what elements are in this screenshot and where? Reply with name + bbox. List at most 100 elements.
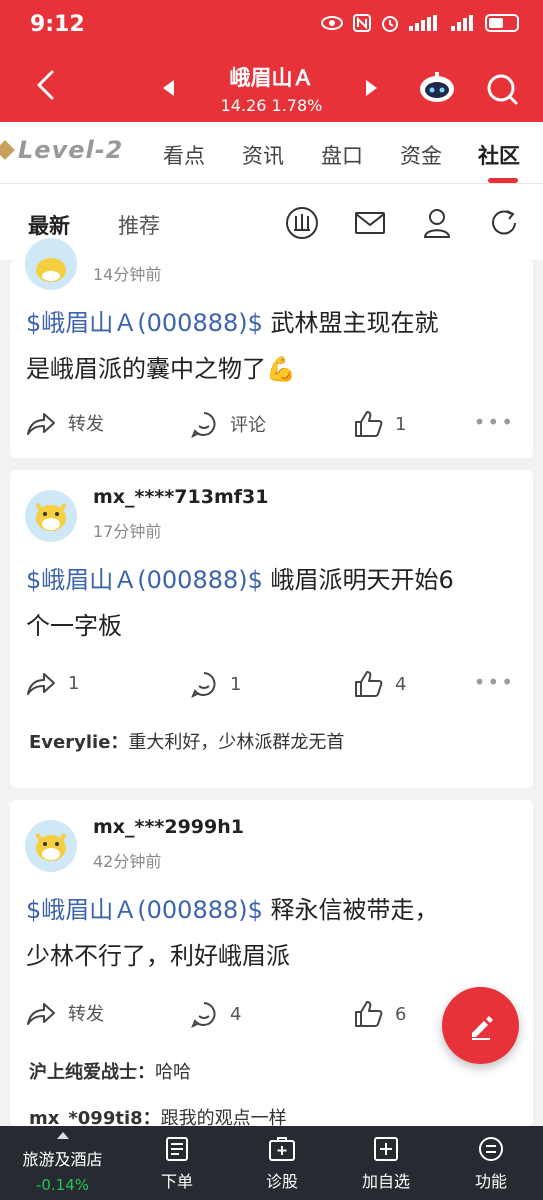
subtab-recommended[interactable]: 推荐 xyxy=(118,210,160,240)
post-content[interactable]: $峨眉山Ａ(000888)$ 武林盟主现在就 是峨眉派的囊中之物了💪 xyxy=(26,300,521,392)
refresh-icon[interactable] xyxy=(487,206,521,240)
community-subtabs: 最新 推荐 xyxy=(0,184,543,260)
app-header: 9:12 峨眉山Ａ 14.26 1.78% xyxy=(0,0,543,122)
cow-avatar-icon xyxy=(35,502,67,531)
stock-tag-link[interactable]: $峨眉山Ａ(000888)$ xyxy=(26,566,263,594)
subtab-latest[interactable]: 最新 xyxy=(28,210,70,240)
post-content[interactable]: $峨眉山Ａ(000888)$ 释永信被带走， 少林不行了，利好峨眉派 xyxy=(26,887,521,979)
sector-index-name[interactable]: 旅游及酒店 xyxy=(0,1146,125,1170)
compose-post-button[interactable] xyxy=(442,987,519,1064)
diagnose-stock-button[interactable]: 诊股 xyxy=(247,1136,317,1192)
robot-assistant-icon[interactable] xyxy=(418,70,456,104)
detail-tabs: Level-2 看点 资讯 盘口 资金 社区 xyxy=(0,122,543,184)
share-button[interactable]: 1 xyxy=(26,670,79,696)
comment-button[interactable]: 4 xyxy=(190,1000,241,1028)
status-bar: 9:12 xyxy=(0,0,543,50)
post-text-line: 峨眉派明天开始6 xyxy=(262,566,454,594)
comment-button[interactable]: 1 xyxy=(190,670,241,698)
next-stock-button[interactable] xyxy=(366,80,377,96)
post-username[interactable]: mx_****713mf31 xyxy=(93,486,268,508)
stock-tag-link[interactable]: $峨眉山Ａ(000888)$ xyxy=(26,309,263,337)
community-logo-icon[interactable] xyxy=(285,206,319,240)
more-options-icon[interactable]: ••• xyxy=(474,410,515,434)
nfc-icon xyxy=(353,14,371,32)
reply-user[interactable]: Everylie： xyxy=(29,732,128,753)
like-button[interactable]: 1 xyxy=(353,410,406,438)
like-count: 1 xyxy=(395,413,407,435)
share-icon xyxy=(27,1003,55,1025)
reply-user[interactable]: 沪上纯爱战士： xyxy=(29,1062,155,1083)
cow-avatar-icon xyxy=(36,258,66,282)
tab-news[interactable]: 资讯 xyxy=(242,140,284,170)
level2-label: Level-2 xyxy=(18,136,124,164)
share-button[interactable]: 转发 xyxy=(26,410,104,436)
signal-icon xyxy=(409,15,437,31)
alarm-icon xyxy=(382,16,398,32)
cow-avatar-icon xyxy=(35,832,67,861)
post-username[interactable]: mx_***2999h1 xyxy=(93,816,244,838)
share-label: 转发 xyxy=(68,1004,104,1025)
reply-text: 重大利好，少林派群龙无首 xyxy=(128,732,345,753)
tab-level2[interactable]: Level-2 xyxy=(0,136,123,164)
avatar[interactable] xyxy=(25,238,77,290)
post-text-line: 个一字板 xyxy=(26,612,122,640)
post-text-line: 是峨眉派的囊中之物了💪 xyxy=(26,355,296,383)
comment-icon xyxy=(191,412,216,438)
reply-item[interactable]: Everylie：重大利好，少林派群龙无首 xyxy=(29,728,344,754)
bottom-toolbar: 旅游及酒店 -0.14% 下单 诊股 加自选 功能 xyxy=(0,1126,543,1200)
stock-name: 峨眉山Ａ xyxy=(229,66,314,90)
like-count: 6 xyxy=(395,1003,407,1025)
like-button[interactable]: 4 xyxy=(353,670,406,698)
tab-community[interactable]: 社区 xyxy=(478,140,520,170)
like-button[interactable]: 6 xyxy=(353,1000,406,1028)
post-text-line: 武林盟主现在就 xyxy=(262,309,439,337)
thumbs-up-icon xyxy=(355,671,383,697)
tab-highlights[interactable]: 看点 xyxy=(163,140,205,170)
avatar[interactable] xyxy=(25,490,77,542)
post-card[interactable]: mx_****713mf31 17分钟前 $峨眉山Ａ(000888)$ 峨眉派明… xyxy=(10,470,533,788)
order-icon xyxy=(166,1137,188,1161)
thumbs-up-icon xyxy=(355,411,383,437)
mail-icon[interactable] xyxy=(353,206,387,240)
user-icon[interactable] xyxy=(420,206,454,240)
order-label: 下单 xyxy=(160,1172,193,1191)
stock-tag-link[interactable]: $峨眉山Ａ(000888)$ xyxy=(26,896,263,924)
avatar[interactable] xyxy=(25,820,77,872)
stock-price: 14.26 xyxy=(220,96,267,115)
tab-funds[interactable]: 资金 xyxy=(400,140,442,170)
order-button[interactable]: 下单 xyxy=(142,1136,212,1192)
functions-label: 功能 xyxy=(474,1172,507,1191)
post-text-line: 少林不行了，利好峨眉派 xyxy=(26,942,290,970)
tab-active-indicator xyxy=(488,178,518,183)
add-square-icon xyxy=(374,1137,398,1161)
post-card[interactable]: mx_***2999h1 42分钟前 $峨眉山Ａ(000888)$ 释永信被带走… xyxy=(10,800,533,1129)
comment-icon xyxy=(191,672,216,698)
post-content[interactable]: $峨眉山Ａ(000888)$ 峨眉派明天开始6 个一字板 xyxy=(26,557,521,649)
post-card[interactable]: 14分钟前 $峨眉山Ａ(000888)$ 武林盟主现在就 是峨眉派的囊中之物了💪… xyxy=(10,238,533,458)
stock-quote: 14.26 1.78% xyxy=(0,96,543,115)
add-watchlist-label: 加自选 xyxy=(361,1172,410,1191)
reply-text: 哈哈 xyxy=(155,1062,191,1083)
share-label: 转发 xyxy=(68,414,104,435)
like-count: 4 xyxy=(395,673,407,695)
status-icons xyxy=(321,14,519,32)
functions-button[interactable]: 功能 xyxy=(456,1136,526,1192)
share-icon xyxy=(27,413,55,435)
stock-change-pct: 1.78% xyxy=(271,96,323,115)
sector-index-change: -0.14% xyxy=(35,1176,90,1194)
tab-order-book[interactable]: 盘口 xyxy=(321,140,363,170)
more-options-icon[interactable]: ••• xyxy=(474,670,515,694)
diagnose-icon xyxy=(269,1137,295,1161)
post-time: 17分钟前 xyxy=(93,522,162,541)
caret-up-icon[interactable] xyxy=(57,1132,69,1139)
add-watchlist-button[interactable]: 加自选 xyxy=(351,1136,421,1192)
post-text-line: 释永信被带走， xyxy=(262,896,439,924)
share-button[interactable]: 转发 xyxy=(26,1000,104,1026)
reply-item[interactable]: 沪上纯爱战士：哈哈 xyxy=(29,1058,191,1084)
pencil-icon xyxy=(471,1015,493,1040)
diamond-icon xyxy=(0,140,15,160)
menu-circle-icon xyxy=(479,1137,503,1161)
comment-button[interactable]: 评论 xyxy=(190,410,266,438)
comment-count: 4 xyxy=(230,1003,242,1025)
search-icon[interactable] xyxy=(485,72,519,106)
